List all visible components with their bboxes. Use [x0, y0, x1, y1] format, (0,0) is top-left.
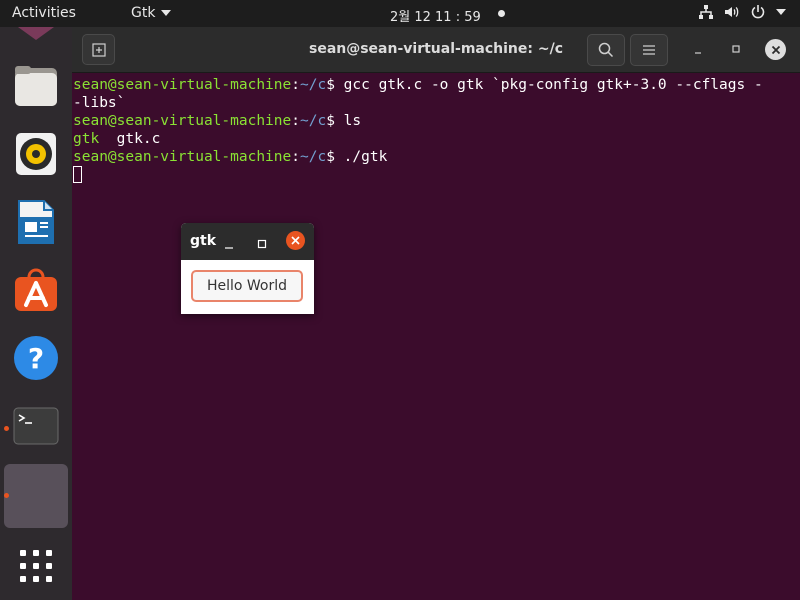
new-tab-icon [91, 42, 106, 57]
dock: ? [0, 27, 72, 600]
app-menu[interactable]: Gtk [131, 5, 172, 21]
dock-show-apps[interactable] [10, 540, 62, 592]
dock-partial-icon [18, 27, 54, 40]
dock-help[interactable]: ? [10, 332, 62, 384]
show-apps-icon [20, 550, 52, 582]
minimize-icon [695, 52, 701, 54]
power-icon[interactable] [750, 4, 766, 20]
dock-terminal[interactable] [10, 400, 62, 452]
rhythmbox-icon [16, 133, 56, 175]
network-icon[interactable] [698, 4, 714, 20]
prompt-colon: : [291, 149, 300, 166]
system-tray[interactable] [698, 4, 786, 20]
system-menu-chevron-icon[interactable] [776, 9, 786, 15]
top-bar: Activities Gtk 2월 12 11 : 59 [0, 0, 800, 27]
prompt-path: ~/c [299, 113, 327, 130]
gtk-maximize-button[interactable] [256, 235, 268, 249]
maximize-button[interactable] [726, 39, 746, 59]
search-icon [598, 42, 614, 58]
terminal-line: sean@sean-virtual-machine:~/c$ gcc gtk.c… [73, 76, 793, 94]
dock-software[interactable] [10, 264, 62, 316]
app-menu-label: Gtk [131, 5, 156, 21]
terminal-line: sean@sean-virtual-machine:~/c$ ./gtk [73, 148, 793, 166]
close-icon [291, 236, 300, 245]
minimize-button[interactable] [688, 39, 708, 59]
running-indicator [4, 493, 9, 498]
gtk-header-bar[interactable]: gtk [181, 223, 314, 260]
ls-output-file: gtk.c [116, 131, 161, 148]
prompt-user: sean@sean-virtual-machine [73, 149, 292, 166]
ls-output-dir: gtk [73, 131, 100, 148]
terminal-line [73, 166, 793, 184]
prompt-colon: : [291, 113, 300, 130]
software-icon [15, 268, 57, 311]
prompt-colon: : [291, 77, 300, 93]
prompt-symbol: $ [326, 113, 344, 130]
gtk-minimize-button[interactable] [223, 235, 235, 249]
command-text: ls [343, 113, 362, 130]
dock-gtk-app[interactable] [4, 464, 68, 528]
command-text: ./gtk [343, 149, 388, 166]
new-tab-button[interactable] [82, 34, 115, 65]
help-icon: ? [14, 336, 58, 380]
search-button[interactable] [587, 34, 625, 66]
maximize-icon [732, 45, 740, 53]
prompt-path: ~/c [299, 149, 327, 166]
gtk-close-button[interactable] [286, 231, 305, 250]
menu-button[interactable] [630, 34, 668, 66]
svg-text:?: ? [28, 342, 44, 375]
files-icon [15, 66, 57, 106]
prompt-symbol: $ [326, 149, 344, 166]
close-icon [771, 45, 780, 54]
terminal-line: gtk gtk.c [73, 130, 793, 148]
activities-button[interactable]: Activities [12, 5, 76, 21]
chevron-down-icon [161, 10, 172, 16]
close-button[interactable] [765, 39, 786, 60]
prompt-user: sean@sean-virtual-machine [73, 113, 292, 130]
prompt-path: ~/c [299, 77, 327, 93]
notification-dot-icon [498, 10, 505, 17]
volume-icon[interactable] [724, 4, 740, 20]
clock[interactable]: 2월 12 11 : 59 [390, 6, 481, 25]
hello-world-button[interactable]: Hello World [191, 270, 303, 302]
minimize-icon [225, 247, 233, 249]
command-text: gcc gtk.c -o gtk `pkg-config gtk+-3.0 --… [343, 77, 763, 93]
prompt-user: sean@sean-virtual-machine [73, 77, 292, 93]
terminal-header-bar[interactable]: sean@sean-virtual-machine: ~/c [72, 27, 800, 73]
terminal-icon [13, 407, 59, 445]
prompt-symbol: $ [326, 77, 344, 93]
hamburger-icon [643, 45, 655, 55]
command-text-wrap: -libs` [73, 95, 126, 112]
terminal-line: sean@sean-virtual-machine:~/c$ ls [73, 112, 793, 130]
gtk-window-title: gtk [190, 233, 217, 249]
dock-writer[interactable] [10, 196, 62, 248]
dock-files[interactable] [10, 60, 62, 112]
dock-rhythmbox[interactable] [10, 128, 62, 180]
maximize-icon [257, 239, 267, 249]
terminal-output[interactable]: sean@sean-virtual-machine:~/c$ gcc gtk.c… [73, 76, 793, 185]
gtk-window: gtk Hello World [181, 223, 314, 314]
text-cursor [73, 166, 82, 184]
writer-icon [18, 200, 54, 244]
ls-output-separator [99, 131, 116, 147]
running-indicator [4, 426, 9, 431]
terminal-line: -libs` [73, 94, 793, 112]
